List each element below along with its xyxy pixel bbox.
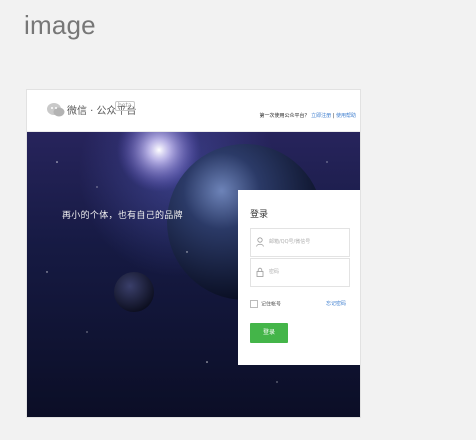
intro-text: 第一次使用公众平台？ xyxy=(259,113,310,119)
hero-banner: 再小的个体，也有自己的品牌 登录 邮箱/QQ号/微信号 密码 记住帐号 忘记密码… xyxy=(27,132,360,417)
help-link[interactable]: 使用帮助 xyxy=(336,113,356,119)
remember-label: 记住帐号 xyxy=(261,301,282,308)
remember-checkbox[interactable]: 记住帐号 xyxy=(250,300,281,308)
image-caption: image xyxy=(24,10,96,40)
slogan-text: 再小的个体，也有自己的品牌 xyxy=(62,211,183,221)
forgot-password-link[interactable]: 忘记密码 xyxy=(326,300,346,307)
login-page-screenshot: 微信 · 公众平台 beta 第一次使用公众平台？ 立即注册 | 使用帮助 再小… xyxy=(27,90,360,417)
top-header: 微信 · 公众平台 beta 第一次使用公众平台？ 立即注册 | 使用帮助 xyxy=(27,90,360,132)
separator: | xyxy=(332,113,335,119)
header-links: 第一次使用公众平台？ 立即注册 | 使用帮助 xyxy=(259,112,356,119)
account-placeholder: 邮箱/QQ号/微信号 xyxy=(269,239,311,245)
user-icon xyxy=(256,237,264,247)
signup-link[interactable]: 立即注册 xyxy=(311,113,331,119)
wechat-logo-icon xyxy=(46,100,66,120)
login-panel: 登录 邮箱/QQ号/微信号 密码 记住帐号 忘记密码 登录 xyxy=(238,190,360,365)
checkbox[interactable] xyxy=(250,300,258,308)
brand-badge: beta xyxy=(115,101,135,111)
account-field[interactable]: 邮箱/QQ号/微信号 xyxy=(250,228,350,257)
lock-icon xyxy=(256,267,264,277)
password-placeholder: 密码 xyxy=(269,269,280,275)
password-field[interactable]: 密码 xyxy=(250,258,350,287)
login-button[interactable]: 登录 xyxy=(250,323,288,343)
login-title: 登录 xyxy=(250,210,269,220)
